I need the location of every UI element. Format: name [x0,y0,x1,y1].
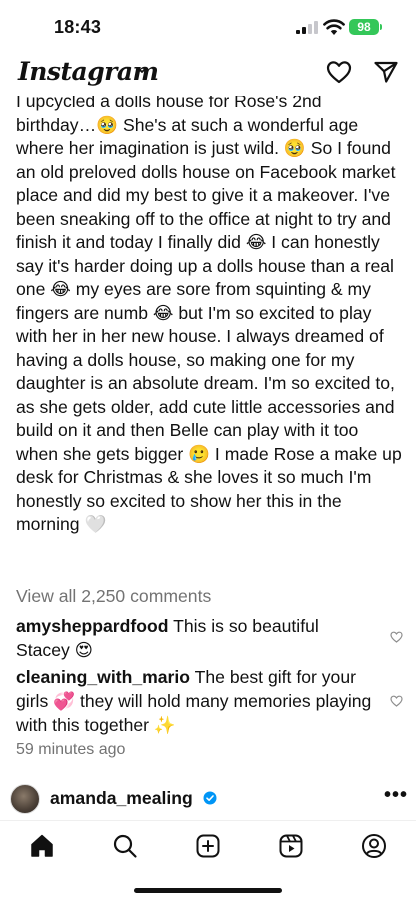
comment-username[interactable]: cleaning_with_mario [16,667,190,687]
comment-like-icon[interactable] [390,695,403,707]
comment-item: amysheppardfood This is so beautiful Sta… [16,614,376,662]
wifi-icon [323,19,345,35]
heart-icon[interactable] [326,60,352,84]
feed-content[interactable]: I upcycled a dolls house for Rose's 2nd … [0,96,416,820]
profile-icon[interactable] [361,833,387,859]
battery-indicator: 98 [349,19,379,35]
verified-badge-icon [203,791,217,805]
signal-icon [296,21,320,34]
post-caption: I upcycled a dolls house for Rose's 2nd … [16,96,402,534]
next-post-header: amanda_mealing ••• [0,784,416,820]
create-icon[interactable] [195,833,221,859]
view-all-comments-link[interactable]: View all 2,250 comments [16,586,211,607]
home-indicator [134,888,282,893]
search-icon[interactable] [112,833,138,859]
comment-username[interactable]: amysheppardfood [16,616,169,636]
status-time: 18:43 [54,17,102,37]
avatar[interactable] [10,784,40,814]
post-username[interactable]: amanda_mealing [50,788,193,809]
app-header: Instagram [0,56,416,96]
battery-cap [380,24,382,30]
more-options-button[interactable]: ••• [384,784,408,807]
comment-like-icon[interactable] [390,631,403,643]
post-timestamp: 59 minutes ago [16,741,126,758]
reels-icon[interactable] [278,833,304,859]
chevron-down-icon[interactable] [136,64,148,76]
comment-item: cleaning_with_mario The best gift for yo… [16,665,376,737]
send-icon[interactable] [373,60,399,84]
home-icon[interactable] [29,833,55,859]
status-bar: 18:43 98 [0,0,416,56]
